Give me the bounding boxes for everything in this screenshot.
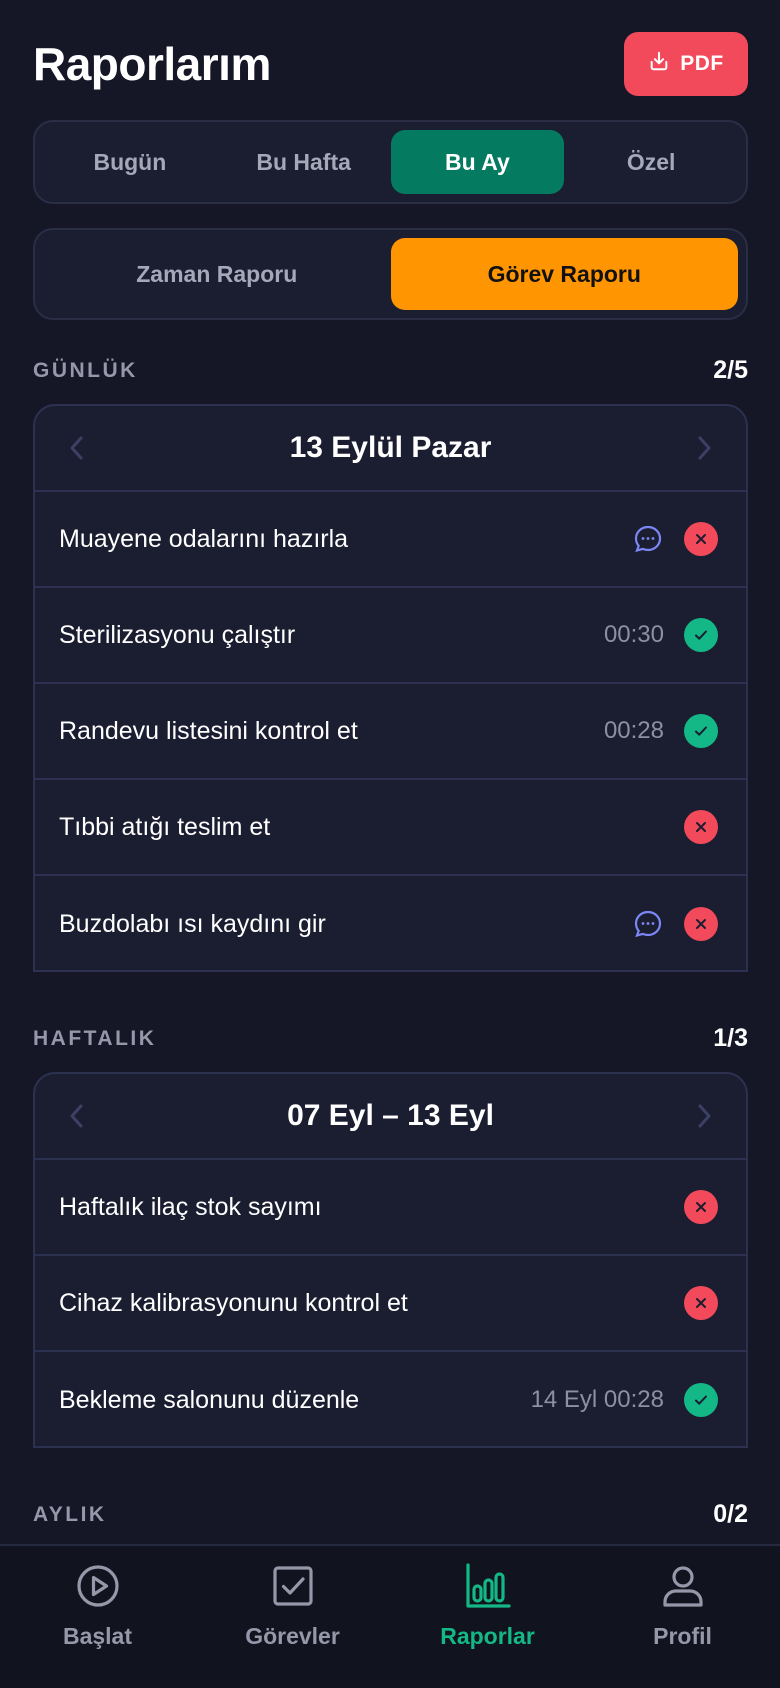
tab-time-report[interactable]: Zaman Raporu [43,238,391,310]
task-label: Sterilizasyonu çalıştır [59,620,296,649]
comment-icon[interactable] [632,908,664,940]
task-row[interactable]: Bekleme salonunu düzenle 14 Eyl 00:28 [35,1352,746,1446]
task-label: Cihaz kalibrasyonunu kontrol et [59,1288,408,1317]
period-tabs: Bugün Bu Hafta Bu Ay Özel [33,120,748,204]
chevron-left-icon[interactable] [63,1102,91,1130]
period-title: 13 Eylül Pazar [289,431,492,464]
completed-status-icon [684,618,718,652]
section-label: HAFTALIK [33,1026,157,1050]
nav-label: Başlat [62,1623,133,1649]
failed-status-icon [684,907,718,941]
failed-status-icon [684,1190,718,1224]
section-label: AYLIK [33,1502,107,1526]
tab-custom[interactable]: Özel [564,130,738,194]
section-count: 1/3 [713,1024,748,1052]
checkbox-icon [269,1562,317,1615]
comment-icon[interactable] [632,523,664,555]
nav-profile[interactable]: Profil [585,1546,780,1688]
tab-today[interactable]: Bugün [43,130,217,194]
task-label: Bekleme salonunu düzenle [59,1385,360,1414]
header: Raporlarım PDF [33,32,748,96]
task-row[interactable]: Haftalık ilaç stok sayımı [35,1160,746,1256]
daily-section-header: GÜNLÜK 2/5 [33,356,748,385]
task-time: 14 Eyl 00:28 [530,1386,664,1413]
bar-chart-icon [464,1562,512,1615]
tab-task-report[interactable]: Görev Raporu [390,238,738,310]
card-header: 13 Eylül Pazar [35,406,746,492]
chevron-left-icon[interactable] [63,434,91,462]
nav-label: Görevler [245,1623,340,1649]
task-label: Tıbbi atığı teslim et [59,812,271,841]
nav-label: Raporlar [440,1623,535,1649]
tab-this-month[interactable]: Bu Ay [390,130,565,194]
task-label: Buzdolabı ısı kaydını gir [59,909,326,938]
monthly-section-header: AYLIK 0/2 [33,1500,748,1529]
user-icon [659,1562,707,1615]
failed-status-icon [684,522,718,556]
nav-label: Profil [653,1623,712,1649]
period-title: 07 Eyl – 13 Eyl [287,1099,494,1132]
failed-status-icon [684,1286,718,1320]
nav-start[interactable]: Başlat [0,1546,195,1688]
pdf-export-button[interactable]: PDF [624,32,748,96]
task-time: 00:28 [603,717,664,744]
task-row[interactable]: Tıbbi atığı teslim et [35,780,746,876]
completed-status-icon [684,714,718,748]
completed-status-icon [684,1383,718,1417]
task-label: Haftalık ilaç stok sayımı [59,1192,322,1221]
download-icon [648,50,670,78]
task-row[interactable]: Buzdolabı ısı kaydını gir [35,876,746,970]
task-row[interactable]: Sterilizasyonu çalıştır 00:30 [35,588,746,684]
task-time: 00:30 [603,621,664,648]
tab-this-week[interactable]: Bu Hafta [217,130,391,194]
task-row[interactable]: Cihaz kalibrasyonunu kontrol et [35,1256,746,1352]
daily-task-card: 13 Eylül Pazar Muayene odalarını hazırla… [33,404,748,972]
reports-screen: Raporlarım PDF Bugün Bu Hafta Bu Ay Özel… [0,0,780,1688]
pdf-label: PDF [680,52,724,75]
play-circle-icon [74,1562,122,1615]
task-label: Muayene odalarını hazırla [59,524,349,553]
section-count: 0/2 [713,1500,748,1528]
bottom-navigation: Başlat Görevler Raporlar Profil [0,1544,780,1688]
weekly-section-header: HAFTALIK 1/3 [33,1024,748,1053]
weekly-task-card: 07 Eyl – 13 Eyl Haftalık ilaç stok sayım… [33,1072,748,1448]
section-count: 2/5 [713,356,748,384]
task-row[interactable]: Muayene odalarını hazırla [35,492,746,588]
chevron-right-icon[interactable] [690,1102,718,1130]
card-header: 07 Eyl – 13 Eyl [35,1074,746,1160]
chevron-right-icon[interactable] [690,434,718,462]
task-label: Randevu listesini kontrol et [59,716,358,745]
report-type-tabs: Zaman Raporu Görev Raporu [33,228,748,320]
task-row[interactable]: Randevu listesini kontrol et 00:28 [35,684,746,780]
failed-status-icon [684,810,718,844]
nav-tasks[interactable]: Görevler [195,1546,390,1688]
page-title: Raporlarım [33,38,271,90]
nav-reports[interactable]: Raporlar [390,1546,585,1688]
section-label: GÜNLÜK [33,358,138,382]
